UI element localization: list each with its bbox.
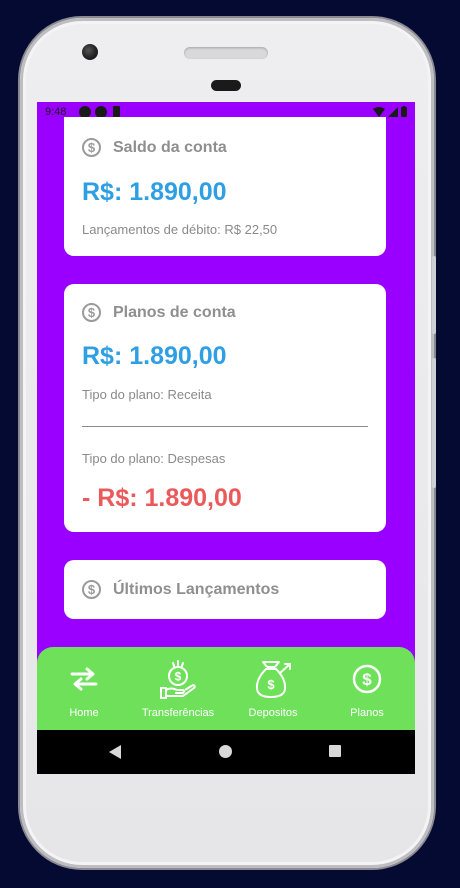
battery-icon [401, 106, 407, 117]
nav-deposits-label: Depositos [248, 707, 298, 719]
svg-text:$: $ [175, 670, 182, 684]
recent-entries-title: Últimos Lançamentos [113, 580, 280, 598]
bottom-navigation: Home $ Transferências $ Depositos $ Plan… [37, 647, 415, 730]
sim-card-icon [113, 106, 120, 117]
money-bag-icon: $ [226, 657, 320, 701]
debit-entries-text: Lançamentos de débito: R$ 22,50 [82, 222, 278, 237]
balance-card: $ Saldo da conta R$: 1.890,00 Lançamento… [64, 117, 386, 256]
balance-card-header: $ Saldo da conta [82, 138, 227, 157]
signal-icon [388, 107, 398, 117]
volume-button [432, 358, 436, 488]
wifi-icon [373, 107, 385, 117]
system-icons [373, 106, 407, 117]
expense-plan-type: Tipo do plano: Despesas [82, 451, 226, 466]
recent-entries-header: $ Últimos Lançamentos [82, 580, 279, 599]
dollar-circle-icon: $ [320, 657, 414, 701]
balance-card-title: Saldo da conta [113, 138, 227, 156]
earpiece [211, 80, 241, 91]
income-amount: R$: 1.890,00 [82, 342, 227, 370]
money-hand-icon: $ [131, 657, 225, 701]
expense-amount: - R$: 1.890,00 [82, 484, 242, 512]
nav-plans-label: Planos [350, 707, 384, 719]
plans-divider [82, 426, 368, 427]
nav-transfers[interactable]: $ Transferências [131, 647, 225, 730]
recent-entries-card[interactable]: $ Últimos Lançamentos [64, 560, 386, 619]
dollar-circle-icon: $ [82, 138, 101, 157]
plans-card-title: Planos de conta [113, 303, 236, 321]
back-icon[interactable] [109, 745, 121, 759]
svg-text:$: $ [362, 670, 372, 689]
nav-plans[interactable]: $ Planos [320, 647, 414, 730]
transfer-arrows-icon [37, 657, 131, 701]
recent-apps-icon[interactable] [329, 745, 341, 757]
nav-deposits[interactable]: $ Depositos [226, 647, 320, 730]
front-camera [82, 44, 98, 60]
income-plan-type: Tipo do plano: Receita [82, 387, 212, 402]
svg-text:$: $ [267, 677, 275, 692]
nav-transfers-label: Transferências [141, 707, 215, 719]
dollar-circle-icon: $ [82, 303, 101, 322]
top-speaker [184, 47, 268, 59]
home-circle-icon[interactable] [219, 745, 232, 758]
power-button [432, 256, 436, 334]
app-screen: 9:48 $ Saldo da conta R$: 1.890,00 Lança… [37, 102, 415, 774]
nav-home-label: Home [69, 707, 99, 719]
plans-card: $ Planos de conta R$: 1.890,00 Tipo do p… [64, 284, 386, 532]
dollar-circle-icon: $ [82, 580, 101, 599]
balance-amount: R$: 1.890,00 [82, 178, 227, 206]
system-navigation-bar [37, 730, 415, 774]
nav-home[interactable]: Home [37, 647, 131, 730]
plans-card-header: $ Planos de conta [82, 303, 236, 322]
